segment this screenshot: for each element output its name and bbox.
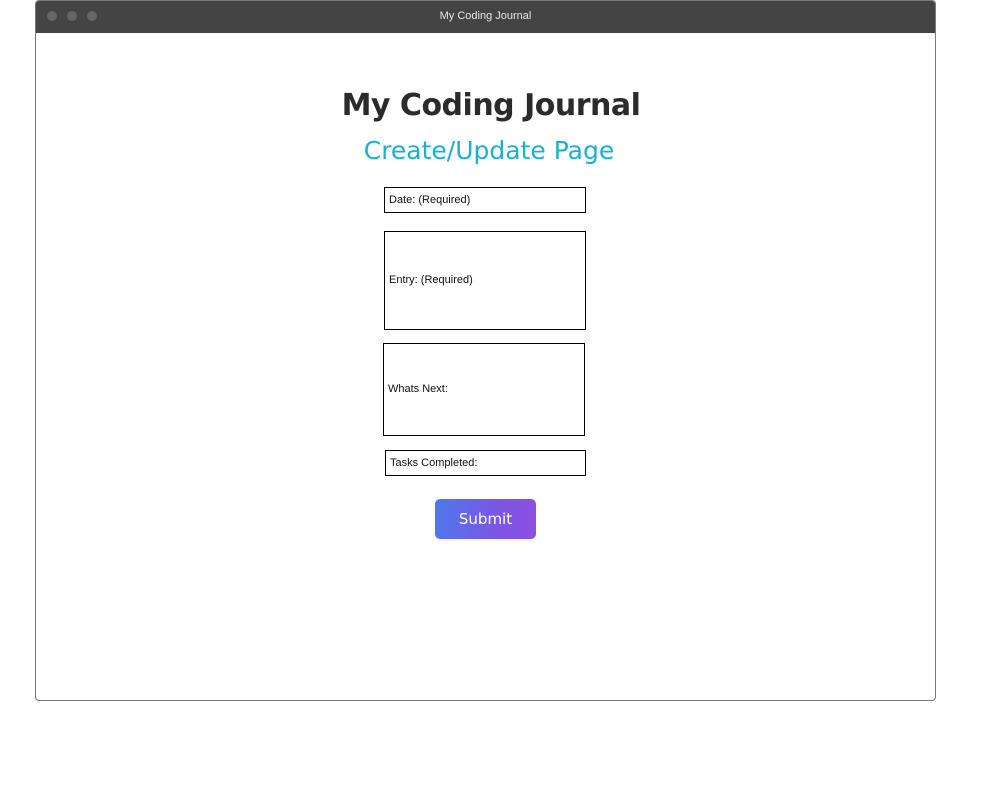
whats-next-field-label: Whats Next: xyxy=(388,383,448,395)
date-field[interactable]: Date: (Required) xyxy=(384,187,586,213)
tasks-completed-field-label: Tasks Completed: xyxy=(390,457,478,469)
submit-button[interactable]: Submit xyxy=(435,499,536,539)
page-title: My Coding Journal xyxy=(341,88,641,123)
whats-next-field[interactable]: Whats Next: xyxy=(383,343,585,436)
page-content: My Coding Journal Create/Update Page Dat… xyxy=(36,33,935,700)
window-title: My Coding Journal xyxy=(439,10,532,22)
entry-field-label: Entry: (Required) xyxy=(389,274,473,286)
tasks-completed-field[interactable]: Tasks Completed: xyxy=(385,450,586,476)
window-titlebar[interactable]: My Coding Journal xyxy=(36,1,935,33)
entry-field[interactable]: Entry: (Required) xyxy=(384,231,586,330)
page-subtitle: Create/Update Page xyxy=(363,136,615,165)
app-window: My Coding Journal My Coding Journal Crea… xyxy=(35,0,936,701)
date-field-label: Date: (Required) xyxy=(389,194,471,206)
